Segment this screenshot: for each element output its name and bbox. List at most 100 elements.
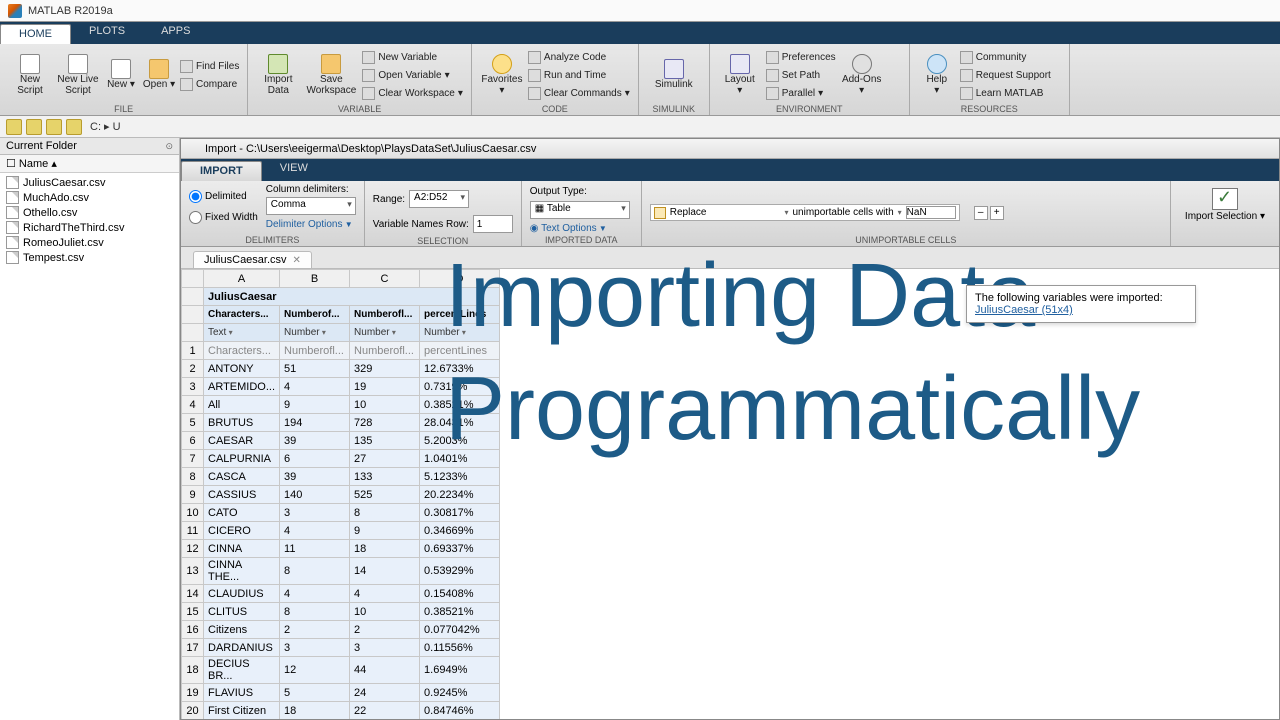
import-success-tooltip: The following variables were imported: J… [966,285,1196,323]
file-row[interactable]: JuliusCaesar.csv [0,175,179,190]
tab-home[interactable]: HOME [0,24,71,44]
file-row[interactable]: RichardTheThird.csv [0,220,179,235]
nav-fwd-icon[interactable] [26,119,42,135]
var-name-3[interactable]: percentLines [420,306,500,324]
table-row[interactable]: 17DARDANIUS330.11556% [182,639,500,657]
tab-apps[interactable]: APPS [143,22,208,44]
table-row[interactable]: 16Citizens220.077042% [182,621,500,639]
file-row[interactable]: RomeoJuliet.csv [0,235,179,250]
pane-dropdown-icon[interactable]: ⊙ [165,141,173,152]
import-tab-import[interactable]: IMPORT [181,161,262,181]
table-row[interactable]: 11CICERO490.34669% [182,522,500,540]
simulink-button[interactable]: Simulink [647,46,701,104]
table-row[interactable]: 2ANTONY5132912.6733% [182,360,500,378]
output-type-select[interactable]: ▦ Table [530,201,630,219]
run-and-time-button[interactable]: Run and Time [528,66,630,84]
file-tab-row: JuliusCaesar.csv✕ [181,247,1279,269]
col-delim-select[interactable]: Comma [266,197,356,215]
table-row[interactable]: 20First Citizen18220.84746% [182,702,500,720]
help-button[interactable]: Help▾ [918,46,956,104]
file-row[interactable]: Othello.csv [0,205,179,220]
preferences-button[interactable]: Preferences [766,48,836,66]
new-live-script-button[interactable]: New Live Script [56,46,100,104]
table-row[interactable]: 13CINNA THE...8140.53929% [182,558,500,585]
table-row[interactable]: 12CINNA11180.69337% [182,540,500,558]
table-row[interactable]: 8CASCA391335.1233% [182,468,500,486]
table-row[interactable]: 5BRUTUS19472828.0431% [182,414,500,432]
app-title: MATLAB R2019a [28,5,113,17]
set-path-button[interactable]: Set Path [766,66,836,84]
clear-commands-button[interactable]: Clear Commands ▾ [528,84,630,102]
table-row[interactable]: 3ARTEMIDO...4190.7319% [182,378,500,396]
var-type-2[interactable]: Number [350,324,420,342]
open-variable-icon [362,69,375,82]
favorites-button[interactable]: Favorites▾ [480,46,524,104]
table-row[interactable]: 10CATO380.30817% [182,504,500,522]
col-header-b[interactable]: B [280,270,350,288]
table-row[interactable]: 14CLAUDIUS440.15408% [182,585,500,603]
community-button[interactable]: Community [960,48,1051,66]
new-variable-button[interactable]: New Variable [362,48,463,66]
path-text[interactable]: C: ▸ U [90,120,121,133]
range-input[interactable]: A2:D52 [409,190,469,208]
new-script-button[interactable]: New Script [8,46,52,104]
import-window-titlebar: Import - C:\Users\eeigerma\Desktop\Plays… [181,139,1279,159]
file-tab-active[interactable]: JuliusCaesar.csv✕ [193,251,312,268]
var-type-0[interactable]: Text [204,324,280,342]
nav-folder-icon[interactable] [46,119,62,135]
save-workspace-button[interactable]: Save Workspace [304,46,358,104]
fixed-width-radio[interactable]: Fixed Width [189,211,258,224]
tab-plots[interactable]: PLOTS [71,22,143,44]
learn-matlab-button[interactable]: Learn MATLAB [960,84,1051,102]
table-row[interactable]: 6CAESAR391355.2003% [182,432,500,450]
table-row[interactable]: 4All9100.38521% [182,396,500,414]
parallel-icon [766,87,779,100]
var-name-2[interactable]: Numberofl... [350,306,420,324]
group-label-environment: ENVIRONMENT [718,104,901,115]
analyze-code-button[interactable]: Analyze Code [528,48,630,66]
table-row[interactable]: 9CASSIUS14052520.2234% [182,486,500,504]
varrow-input[interactable] [473,215,513,233]
table-row[interactable]: 7CALPURNIA6271.0401% [182,450,500,468]
import-data-button[interactable]: Import Data [256,46,300,104]
open-variable-button[interactable]: Open Variable ▾ [362,66,463,84]
replace-rule-row[interactable]: Replace ▾ unimportable cells with ▾ [650,204,960,221]
var-type-1[interactable]: Number [280,324,350,342]
rule-remove-button[interactable]: – [974,206,988,220]
file-row[interactable]: MuchAdo.csv [0,190,179,205]
nan-input[interactable] [906,206,956,219]
layout-button[interactable]: Layout▾ [718,46,762,104]
delimited-radio[interactable]: Delimited [189,190,258,203]
close-tab-icon[interactable]: ✕ [293,255,301,266]
compare-button[interactable]: Compare [180,75,239,93]
var-name-1[interactable]: Numberof... [280,306,350,324]
import-spreadsheet[interactable]: ABCD JuliusCaesar Characters...Numberof.… [181,269,500,719]
delim-options-link[interactable]: Delimiter Options [266,219,353,230]
table-row[interactable]: 15CLITUS8100.38521% [182,603,500,621]
var-type-3[interactable]: Number [420,324,500,342]
table-row[interactable]: 18DECIUS BR...12441.6949% [182,657,500,684]
file-row[interactable]: Tempest.csv [0,250,179,265]
table-row[interactable]: 19FLAVIUS5240.9245% [182,684,500,702]
col-header-d[interactable]: D [420,270,500,288]
request-support-button[interactable]: Request Support [960,66,1051,84]
clear-workspace-button[interactable]: Clear Workspace ▾ [362,84,463,102]
new-button[interactable]: New ▾ [104,46,138,104]
find-files-button[interactable]: Find Files [180,57,239,75]
col-header-a[interactable]: A [204,270,280,288]
rule-add-button[interactable]: + [990,206,1004,220]
import-tab-view[interactable]: VIEW [262,159,326,181]
folder-column-header[interactable]: ☐ Name ▴ [0,155,179,173]
var-name-0[interactable]: Characters... [204,306,280,324]
parallel-button[interactable]: Parallel ▾ [766,84,836,102]
import-selection-button[interactable]: Import Selection ▾ [1179,184,1271,223]
text-options-link[interactable]: ◉ Text Options [530,223,607,234]
col-header-c[interactable]: C [350,270,420,288]
open-button[interactable]: Open ▾ [142,46,176,104]
main-tabstrip: HOME PLOTS APPS [0,22,1280,44]
address-bar: C: ▸ U [0,116,1280,138]
nav-up-icon[interactable] [66,119,82,135]
addons-button[interactable]: Add-Ons▾ [840,46,884,104]
tooltip-variable-link[interactable]: JuliusCaesar (51x4) [975,304,1073,316]
nav-back-icon[interactable] [6,119,22,135]
